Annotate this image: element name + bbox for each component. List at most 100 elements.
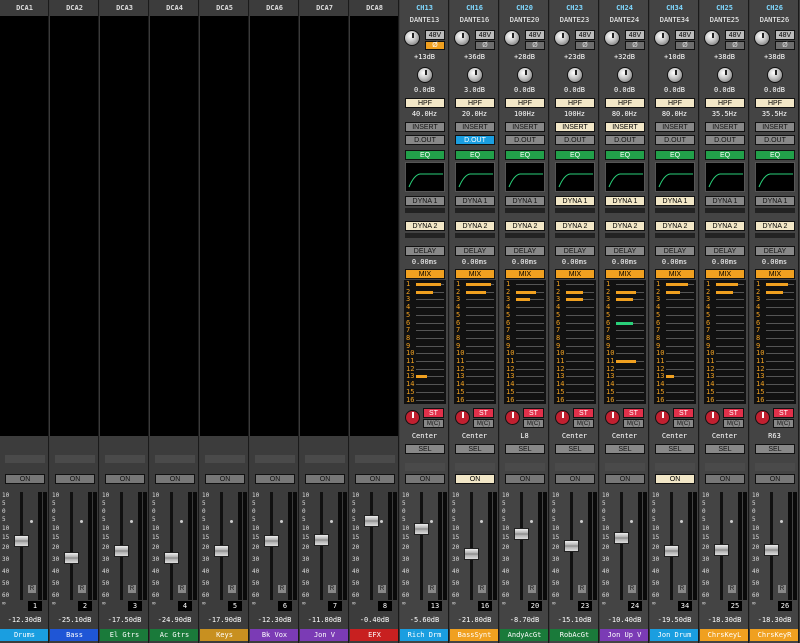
channel-name-label[interactable]: ChrsKeyL (700, 629, 748, 641)
select-button[interactable]: SEL (555, 444, 595, 454)
phase-button[interactable]: Ø (625, 41, 645, 50)
eq-curve-display[interactable] (455, 162, 495, 192)
phase-button[interactable]: Ø (575, 41, 595, 50)
delay-button[interactable]: DELAY (605, 246, 645, 256)
insert-button[interactable]: INSERT (455, 122, 495, 132)
mix-button[interactable]: MIX (655, 269, 695, 279)
hpf-button[interactable]: HPF (705, 98, 745, 108)
fader-knob[interactable] (114, 544, 129, 557)
recall-safe-button[interactable]: R (528, 585, 536, 593)
stereo-button[interactable]: ST (473, 408, 494, 418)
fader-knob[interactable] (64, 551, 79, 564)
dyna1-button[interactable]: DYNA 1 (405, 196, 445, 206)
mono-center-button[interactable]: M(C) (473, 419, 494, 428)
gain-knob[interactable] (754, 30, 770, 46)
recall-safe-button[interactable]: R (28, 585, 36, 593)
dyna1-button[interactable]: DYNA 1 (655, 196, 695, 206)
gain-knob[interactable] (404, 30, 420, 46)
dyna2-button[interactable]: DYNA 2 (505, 221, 545, 231)
trim-knob[interactable] (467, 67, 483, 83)
fader-knob[interactable] (414, 522, 429, 535)
eq-curve-display[interactable] (605, 162, 645, 192)
dyna1-button[interactable]: DYNA 1 (455, 196, 495, 206)
mix-button[interactable]: MIX (405, 269, 445, 279)
dyna1-button[interactable]: DYNA 1 (505, 196, 545, 206)
delay-button[interactable]: DELAY (505, 246, 545, 256)
trim-knob[interactable] (517, 67, 533, 83)
fader-knob[interactable] (614, 532, 629, 545)
insert-button[interactable]: INSERT (605, 122, 645, 132)
pan-knob[interactable] (405, 410, 420, 425)
dyna1-button[interactable]: DYNA 1 (755, 196, 795, 206)
trim-knob[interactable] (567, 67, 583, 83)
pan-knob[interactable] (455, 410, 470, 425)
stereo-button[interactable]: ST (573, 408, 594, 418)
fader-knob[interactable] (764, 543, 779, 556)
trim-knob[interactable] (717, 67, 733, 83)
channel-name-label[interactable]: Bk Vox (250, 629, 298, 641)
eq-button[interactable]: EQ (755, 150, 795, 160)
select-button[interactable]: SEL (755, 444, 795, 454)
direct-out-button[interactable]: D.OUT (555, 135, 595, 145)
direct-out-button[interactable]: D.OUT (455, 135, 495, 145)
eq-button[interactable]: EQ (505, 150, 545, 160)
fader-knob[interactable] (564, 540, 579, 552)
direct-out-button[interactable]: D.OUT (405, 135, 445, 145)
dyna1-button[interactable]: DYNA 1 (605, 196, 645, 206)
channel-name-label[interactable]: Bass (50, 629, 98, 641)
direct-out-button[interactable]: D.OUT (705, 135, 745, 145)
fader-knob[interactable] (714, 543, 729, 556)
mix-button[interactable]: MIX (505, 269, 545, 279)
trim-knob[interactable] (417, 67, 433, 83)
channel-name-label[interactable]: Jon Drum (650, 629, 698, 641)
eq-curve-display[interactable] (755, 162, 795, 192)
dyna2-button[interactable]: DYNA 2 (605, 221, 645, 231)
recall-safe-button[interactable]: R (178, 585, 186, 593)
phantom-48v-button[interactable]: 48V (475, 30, 495, 40)
on-button[interactable]: ON (105, 474, 145, 484)
dyna2-button[interactable]: DYNA 2 (555, 221, 595, 231)
recall-safe-button[interactable]: R (328, 585, 336, 593)
channel-name-label[interactable]: El Gtrs (100, 629, 148, 641)
mono-center-button[interactable]: M(C) (423, 419, 444, 428)
recall-safe-button[interactable]: R (428, 585, 436, 593)
pan-knob[interactable] (605, 410, 620, 425)
dyna2-button[interactable]: DYNA 2 (755, 221, 795, 231)
mono-center-button[interactable]: M(C) (573, 419, 594, 428)
on-button[interactable]: ON (655, 474, 695, 484)
insert-button[interactable]: INSERT (505, 122, 545, 132)
pan-knob[interactable] (555, 410, 570, 425)
direct-out-button[interactable]: D.OUT (755, 135, 795, 145)
fader-knob[interactable] (664, 544, 679, 557)
phantom-48v-button[interactable]: 48V (675, 30, 695, 40)
recall-safe-button[interactable]: R (578, 585, 586, 593)
recall-safe-button[interactable]: R (128, 585, 136, 593)
mix-button[interactable]: MIX (755, 269, 795, 279)
mix-button[interactable]: MIX (555, 269, 595, 279)
on-button[interactable]: ON (5, 474, 45, 484)
stereo-button[interactable]: ST (623, 408, 644, 418)
pan-knob[interactable] (505, 410, 520, 425)
recall-safe-button[interactable]: R (278, 585, 286, 593)
delay-button[interactable]: DELAY (755, 246, 795, 256)
stereo-button[interactable]: ST (723, 408, 744, 418)
direct-out-button[interactable]: D.OUT (655, 135, 695, 145)
mono-center-button[interactable]: M(C) (673, 419, 694, 428)
on-button[interactable]: ON (405, 474, 445, 484)
phase-button[interactable]: Ø (425, 41, 445, 50)
gain-knob[interactable] (604, 30, 620, 46)
fader-knob[interactable] (14, 535, 29, 548)
phase-button[interactable]: Ø (675, 41, 695, 50)
eq-curve-display[interactable] (505, 162, 545, 192)
channel-name-label[interactable]: Rich Drm (400, 629, 448, 641)
dyna1-button[interactable]: DYNA 1 (705, 196, 745, 206)
select-button[interactable]: SEL (455, 444, 495, 454)
pan-knob[interactable] (655, 410, 670, 425)
fader-knob[interactable] (214, 544, 229, 557)
insert-button[interactable]: INSERT (555, 122, 595, 132)
select-button[interactable]: SEL (405, 444, 445, 454)
fader-knob[interactable] (464, 547, 479, 560)
direct-out-button[interactable]: D.OUT (605, 135, 645, 145)
pan-knob[interactable] (705, 410, 720, 425)
channel-name-label[interactable]: Ac Gtrs (150, 629, 198, 641)
